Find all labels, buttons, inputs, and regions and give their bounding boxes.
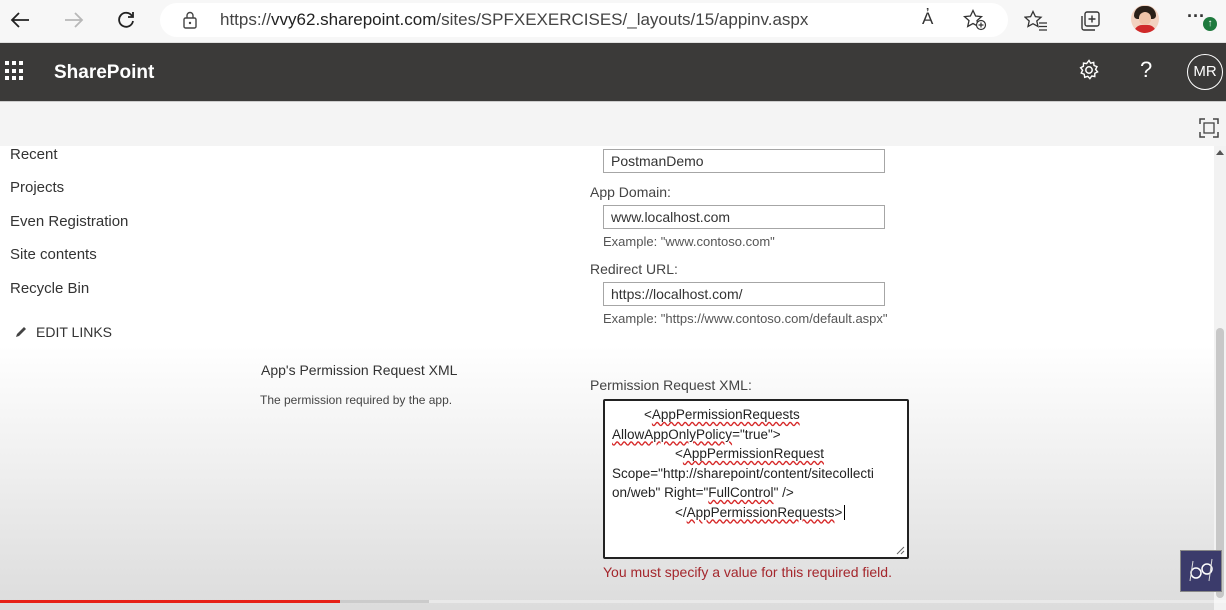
xml-line: <AppPermissionRequest [612, 444, 900, 464]
pencil-icon [16, 327, 26, 337]
forward-arrow-icon[interactable] [59, 6, 89, 34]
address-bar[interactable]: https://vvy62.sharepoint.com/sites/SPFXE… [160, 3, 1008, 37]
nav-link-even-registration[interactable]: Even Registration [10, 213, 128, 230]
xml-line: on/web" Right="FullControl" /> [612, 483, 900, 503]
required-field-error: You must specify a value for this requir… [603, 564, 892, 580]
favorites-icon[interactable] [1022, 7, 1050, 35]
app-domain-label: App Domain: [590, 184, 671, 200]
settings-gear-icon[interactable] [1078, 59, 1100, 87]
xml-text: AppPermissionRequests [651, 407, 800, 422]
collections-icon[interactable] [1076, 7, 1104, 35]
suite-bar: SharePoint ? MR [0, 43, 1226, 101]
browser-toolbar: https://vvy62.sharepoint.com/sites/SPFXE… [0, 0, 1226, 43]
user-avatar[interactable]: MR [1187, 54, 1223, 90]
url-text[interactable]: https://vvy62.sharepoint.com/sites/SPFXE… [220, 10, 808, 30]
app-domain-example: Example: "www.contoso.com" [603, 234, 775, 249]
scroll-up-arrow-icon[interactable] [1216, 150, 1224, 155]
url-path: /sites/SPFXEXERCISES/_layouts/15/appinv.… [436, 10, 809, 29]
edit-links-button[interactable]: EDIT LINKS [14, 324, 112, 340]
nav-link-site-contents[interactable]: Site contents [10, 246, 97, 263]
title-input[interactable]: PostmanDemo [603, 149, 885, 173]
url-host: vvy62.sharepoint.com [271, 10, 437, 29]
xml-text: AppPermissionRequests [686, 504, 835, 520]
edit-links-label: EDIT LINKS [36, 324, 112, 340]
xml-text: on/web" Right=" [612, 485, 709, 500]
permission-section-title: App's Permission Request XML [261, 362, 458, 378]
resize-handle-icon[interactable] [895, 545, 905, 555]
url-prefix: https:// [220, 10, 272, 29]
redirect-url-example: Example: "https://www.contoso.com/defaul… [603, 311, 888, 326]
update-badge: ↑ [1203, 17, 1217, 31]
text-caret [844, 505, 846, 521]
xml-line: Scope="http://sharepoint/content/sitecol… [612, 465, 874, 481]
video-progress-bar[interactable] [0, 600, 1226, 603]
app-launcher-icon[interactable] [5, 61, 25, 81]
xml-text: < [675, 446, 683, 461]
xml-text: FullControl [708, 485, 774, 500]
xml-text: < [644, 407, 652, 422]
xml-text: > [834, 504, 843, 520]
main-content: Recent Projects Even Registration Site c… [0, 146, 1214, 610]
xml-line: <AppPermissionRequests [612, 405, 900, 425]
permission-section-desc: The permission required by the app. [260, 393, 453, 407]
nav-link-recent[interactable]: Recent [10, 146, 58, 163]
refresh-icon[interactable] [111, 6, 141, 34]
permission-xml-textarea[interactable]: <AppPermissionRequests AllowAppOnlyPolic… [603, 399, 909, 559]
xml-text: AllowAppOnlyPolicy [612, 426, 733, 442]
read-aloud-icon[interactable]: A҆ [922, 9, 933, 29]
xml-line: AllowAppOnlyPolicy="true"> [612, 425, 900, 445]
command-bar [0, 101, 1226, 147]
help-icon[interactable]: ? [1140, 57, 1152, 83]
video-played-bar [0, 600, 340, 603]
nav-link-recycle-bin[interactable]: Recycle Bin [10, 280, 89, 297]
lock-icon[interactable] [182, 11, 198, 29]
brand-title[interactable]: SharePoint [54, 62, 154, 84]
back-arrow-icon[interactable] [5, 6, 35, 34]
xml-text: AppPermissionRequest [682, 446, 824, 461]
focus-mode-icon[interactable] [1199, 118, 1219, 138]
redirect-url-input[interactable]: https://localhost.com/ [603, 282, 885, 306]
nav-link-projects[interactable]: Projects [10, 179, 64, 196]
channel-watermark-logo[interactable] [1180, 550, 1222, 592]
xml-text: " /> [773, 485, 794, 500]
xml-text: </ [675, 504, 687, 520]
profile-avatar[interactable] [1131, 5, 1159, 33]
redirect-url-label: Redirect URL: [590, 261, 678, 277]
add-favorite-icon[interactable] [962, 8, 987, 36]
xml-text: ="true"> [732, 426, 781, 442]
permission-xml-label: Permission Request XML: [590, 377, 752, 393]
xml-line: </AppPermissionRequests> [612, 503, 900, 523]
app-domain-input[interactable]: www.localhost.com [603, 205, 885, 229]
vertical-scrollbar[interactable] [1214, 146, 1226, 610]
